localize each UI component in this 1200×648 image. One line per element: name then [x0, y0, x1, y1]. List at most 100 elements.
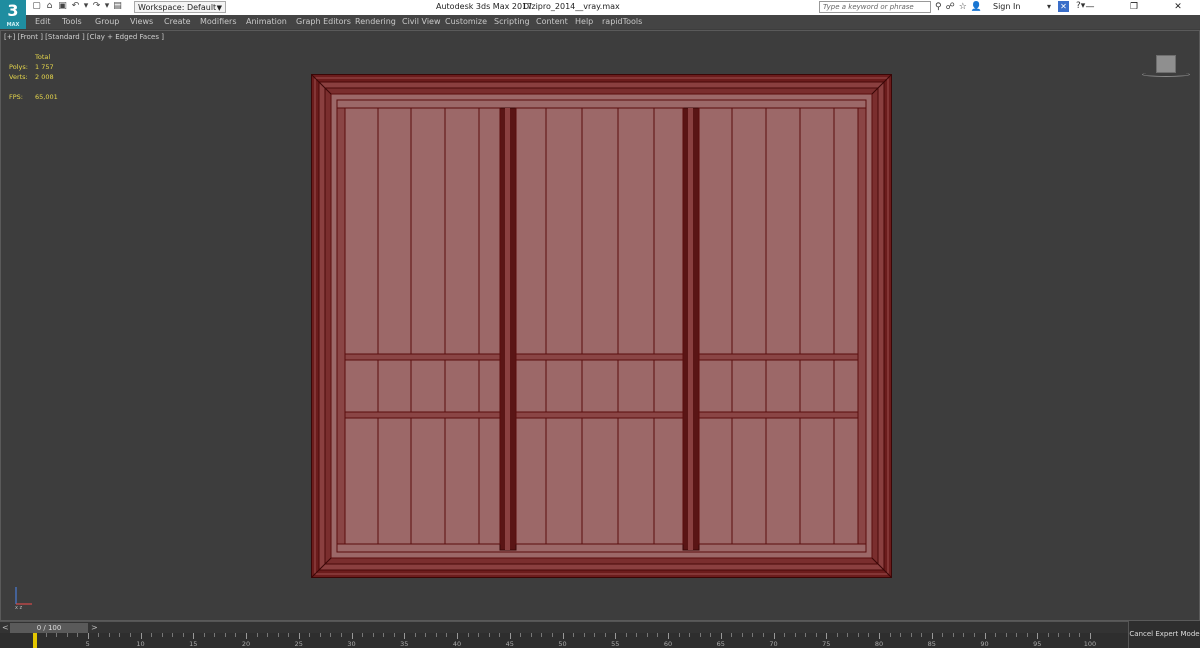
timeline-tick [784, 633, 786, 637]
workspace-label: Workspace: Default [138, 3, 217, 12]
window-buttons: — ❐ ✕ [1068, 0, 1200, 15]
timeline-tick [393, 633, 395, 637]
timeline-tick [457, 633, 458, 639]
timeline-tick-label: 35 [400, 640, 409, 648]
timeline-tick [551, 633, 553, 637]
timeline-tick [1047, 633, 1049, 637]
timeline-tick [161, 633, 163, 637]
door-right [698, 107, 859, 545]
timeline-tick [414, 633, 416, 637]
sign-in-button[interactable]: Sign In [993, 2, 1020, 11]
viewcube[interactable] [1156, 55, 1176, 73]
search-input[interactable]: Type a keyword or phrase [819, 1, 931, 13]
timeline-tick [942, 633, 944, 637]
menu-rapidtools[interactable]: rapidTools [602, 17, 642, 26]
menu-group[interactable]: Group [95, 17, 119, 26]
polys-value: 1 757 [35, 63, 54, 71]
timeline-tick [372, 633, 374, 637]
timeline-tick-label: 80 [874, 640, 884, 648]
timeline-tick [836, 633, 838, 637]
timeline-tick-label: 50 [558, 640, 567, 648]
new-icon[interactable]: ▢ [31, 1, 42, 12]
viewcube-compass[interactable] [1142, 72, 1190, 77]
timeline-tick-label: 25 [294, 640, 303, 648]
timeline-tick [246, 633, 247, 639]
binoculars-icon[interactable]: ⚲ [935, 1, 942, 13]
timeline-tick [182, 633, 184, 637]
timeline-tick [963, 633, 965, 637]
app-logo[interactable]: 3 MAX [0, 0, 26, 29]
timeline-tick [879, 633, 880, 639]
timeline-tick [129, 633, 131, 637]
menu-scripting[interactable]: Scripting [494, 17, 530, 26]
timeline-tick [541, 633, 543, 637]
open-icon[interactable]: ⌂ [44, 1, 55, 12]
timeline-tick [1068, 633, 1070, 637]
timeline-tick [56, 633, 58, 637]
cancel-expert-mode-button[interactable]: Cancel Expert Mode [1128, 621, 1200, 648]
timeline-tick [214, 633, 216, 637]
timeline-tick [1016, 633, 1018, 637]
timeline-tick [900, 633, 902, 637]
redo-icon[interactable]: ↷ [91, 1, 102, 12]
timeline-tick [752, 633, 754, 637]
menu-civil-view[interactable]: Civil View [402, 17, 441, 26]
restore-icon[interactable]: ❐ [1112, 0, 1156, 15]
redo-dropdown-icon[interactable]: ▾ [104, 1, 110, 12]
menu-modifiers[interactable]: Modifiers [200, 17, 237, 26]
app-title: Autodesk 3ds Max 2017 [436, 2, 533, 11]
chevron-down-icon: ▼ [216, 4, 222, 12]
undo-dropdown-icon[interactable]: ▾ [83, 1, 89, 12]
timeline-tick [952, 633, 954, 637]
timeline-tick-label: 5 [85, 640, 90, 648]
menu-edit[interactable]: Edit [35, 17, 51, 26]
menu-customize[interactable]: Customize [445, 17, 487, 26]
menu-content[interactable]: Content [536, 17, 568, 26]
time-slider[interactable]: 0 / 100 [10, 623, 88, 633]
menu-graph-editors[interactable]: Graph Editors [296, 17, 351, 26]
viewport-label[interactable]: [+] [Front ] [Standard ] [Clay + Edged F… [4, 33, 164, 41]
door-left [344, 107, 501, 545]
minimize-icon[interactable]: — [1068, 0, 1112, 15]
signin-dropdown-icon[interactable]: ▾ [1047, 2, 1051, 11]
timeline-tick [298, 633, 300, 639]
user-icon[interactable]: 👤 [971, 1, 982, 13]
close-icon[interactable]: ✕ [1156, 0, 1200, 15]
timeline-tick [699, 633, 701, 637]
menu-bar: Edit Tools Group Views Create Modifiers … [0, 15, 1200, 29]
timeline-tick-label: 55 [611, 640, 620, 648]
menu-help[interactable]: Help [575, 17, 593, 26]
timeline-tick-label: 15 [189, 640, 198, 648]
menu-create[interactable]: Create [164, 17, 191, 26]
menu-rendering[interactable]: Rendering [355, 17, 396, 26]
menu-tools[interactable]: Tools [62, 17, 82, 26]
timeline-tick [625, 633, 627, 637]
timeline-tick [1079, 633, 1081, 637]
timeline-tick-label: 100 [1083, 640, 1097, 648]
timeline-tick [646, 633, 648, 637]
fps-value: 65,001 [35, 93, 58, 101]
playhead[interactable] [33, 633, 37, 648]
timeline-tick-label: 90 [980, 640, 989, 648]
save-icon[interactable]: ▣ [57, 1, 68, 12]
subscription-icon[interactable]: ☍ [946, 1, 955, 13]
menu-animation[interactable]: Animation [246, 17, 287, 26]
timeline-tick [467, 633, 469, 637]
timeline-tick [805, 633, 807, 637]
menu-views[interactable]: Views [130, 17, 153, 26]
timeline-tick [573, 633, 575, 637]
verts-label: Verts: [9, 73, 28, 81]
project-folder-icon[interactable]: ▤ [112, 1, 123, 12]
timeline-ruler[interactable]: 5 10 15 20 25 30 35 40 45 50 55 60 65 70 75 80 85 90 95 100 [0, 633, 1128, 648]
timeline-tick [119, 633, 121, 637]
wardrobe-model[interactable] [311, 74, 892, 578]
timeline-tick [668, 633, 669, 639]
timeline-tick [794, 633, 796, 637]
timeline-tick [224, 633, 226, 637]
star-icon[interactable]: ☆ [959, 1, 967, 13]
undo-icon[interactable]: ↶ [70, 1, 81, 12]
timeline-tick [351, 633, 353, 639]
timeline-tick [615, 633, 617, 639]
workspace-select[interactable]: Workspace: Default ▼ [134, 1, 226, 13]
timeline-tick [562, 633, 564, 639]
